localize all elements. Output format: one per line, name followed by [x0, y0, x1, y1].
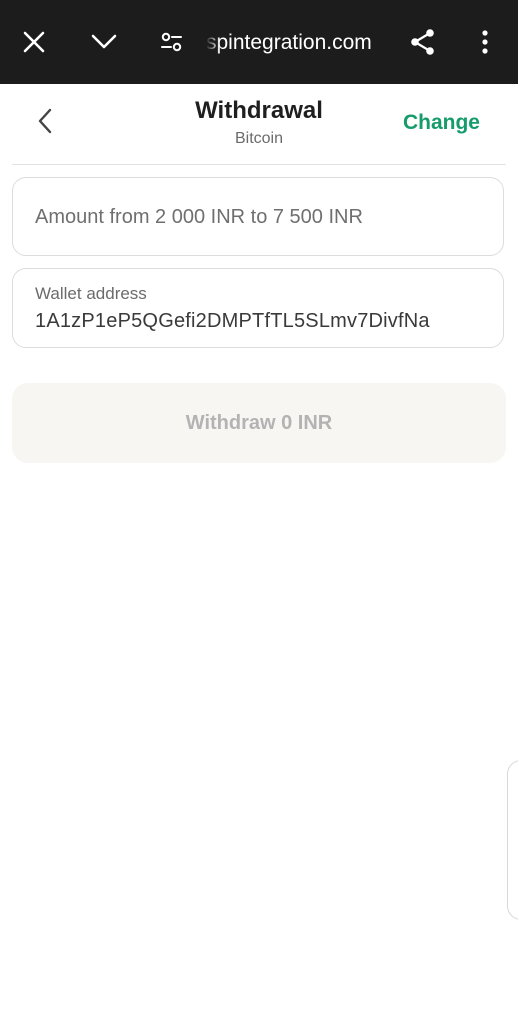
divider — [12, 164, 506, 165]
tune-icon[interactable] — [152, 22, 192, 62]
edge-panel-handle[interactable] — [507, 760, 518, 920]
url-bar[interactable]: spintegration.com — [206, 26, 400, 60]
amount-placeholder: Amount from 2 000 INR to 7 500 INR — [35, 206, 363, 228]
withdraw-button[interactable]: Withdraw 0 INR — [12, 383, 506, 463]
more-vert-icon[interactable] — [465, 22, 505, 62]
close-icon[interactable] — [14, 22, 54, 62]
wallet-address-value: 1A1zP1eP5QGefi2DMPTfTL5SLmv7DivfNa — [35, 310, 430, 332]
share-icon[interactable] — [403, 22, 443, 62]
page-header: Withdrawal Bitcoin Change — [0, 84, 518, 164]
url-text: spintegration.com — [206, 31, 372, 54]
amount-input[interactable]: Amount from 2 000 INR to 7 500 INR — [12, 177, 504, 256]
browser-toolbar: spintegration.com — [0, 0, 518, 84]
wallet-address-field[interactable]: Wallet address 1A1zP1eP5QGefi2DMPTfTL5SL… — [12, 268, 504, 348]
chevron-down-icon[interactable] — [84, 22, 124, 62]
wallet-address-label: Wallet address — [35, 284, 147, 303]
change-method-button[interactable]: Change — [403, 111, 480, 135]
